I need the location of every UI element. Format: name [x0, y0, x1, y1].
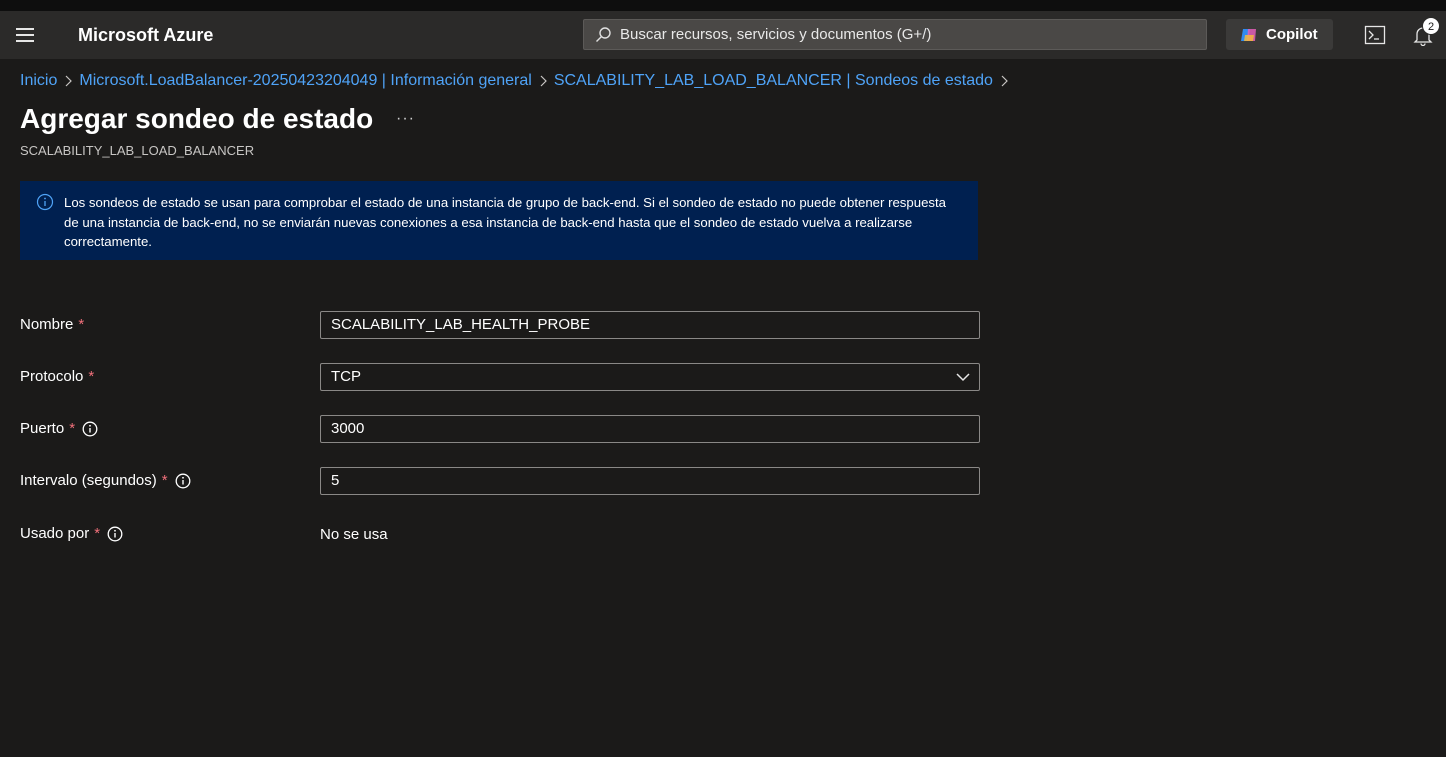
required-mark: *	[88, 368, 95, 385]
puerto-label: Puerto *	[20, 420, 98, 437]
required-mark: *	[94, 525, 101, 542]
puerto-label-text: Puerto	[20, 420, 65, 437]
copilot-icon	[1241, 29, 1256, 41]
window-top-strip	[0, 0, 1446, 11]
protocolo-select[interactable]: TCP	[320, 363, 980, 391]
protocolo-selected-value: TCP	[331, 368, 361, 385]
chevron-down-icon	[956, 373, 970, 382]
intervalo-input[interactable]: 5	[320, 467, 980, 495]
puerto-input[interactable]: 3000	[320, 415, 980, 443]
usado-por-value: No se usa	[320, 526, 388, 543]
search-icon	[596, 27, 611, 42]
info-banner-text: Los sondeos de estado se usan para compr…	[64, 195, 946, 249]
top-navigation-bar: Microsoft Azure Buscar recursos, servici…	[0, 11, 1446, 59]
menu-icon[interactable]	[16, 28, 34, 42]
portal-brand[interactable]: Microsoft Azure	[78, 25, 213, 46]
page-subtitle: SCALABILITY_LAB_LOAD_BALANCER	[20, 143, 255, 158]
page-title: Agregar sondeo de estado	[20, 103, 374, 134]
info-tooltip-icon[interactable]	[175, 473, 191, 489]
nombre-label: Nombre *	[20, 316, 84, 333]
copilot-label: Copilot	[1266, 26, 1318, 43]
chevron-right-icon	[993, 71, 1015, 91]
breadcrumb-health-probes[interactable]: SCALABILITY_LAB_LOAD_BALANCER | Sondeos …	[554, 72, 993, 90]
usado-por-label: Usado por *	[20, 525, 123, 542]
info-tooltip-icon[interactable]	[107, 526, 123, 542]
required-mark: *	[161, 472, 168, 489]
search-placeholder: Buscar recursos, servicios y documentos …	[620, 26, 932, 43]
breadcrumb-load-balancer-overview[interactable]: Microsoft.LoadBalancer-20250423204049 | …	[79, 72, 531, 90]
info-banner: Los sondeos de estado se usan para compr…	[20, 181, 978, 260]
info-icon	[36, 193, 54, 211]
global-search-box[interactable]: Buscar recursos, servicios y documentos …	[583, 19, 1207, 50]
usado-por-label-text: Usado por	[20, 525, 90, 542]
nombre-label-text: Nombre	[20, 316, 74, 333]
breadcrumb: Inicio Microsoft.LoadBalancer-2025042320…	[20, 71, 1015, 91]
protocolo-label: Protocolo *	[20, 368, 94, 385]
notification-count-badge: 2	[1422, 17, 1440, 35]
chevron-right-icon	[532, 71, 554, 91]
cloud-shell-icon[interactable]	[1364, 25, 1386, 45]
intervalo-label-text: Intervalo (segundos)	[20, 472, 157, 489]
copilot-button[interactable]: Copilot	[1226, 19, 1333, 50]
chevron-right-icon	[57, 71, 79, 91]
required-mark: *	[78, 316, 85, 333]
nombre-input[interactable]: SCALABILITY_LAB_HEALTH_PROBE	[320, 311, 980, 339]
breadcrumb-home[interactable]: Inicio	[20, 72, 57, 90]
protocolo-label-text: Protocolo	[20, 368, 84, 385]
intervalo-label: Intervalo (segundos) *	[20, 472, 191, 489]
more-options-button[interactable]: ···	[396, 110, 415, 128]
info-tooltip-icon[interactable]	[82, 421, 98, 437]
required-mark: *	[69, 420, 76, 437]
